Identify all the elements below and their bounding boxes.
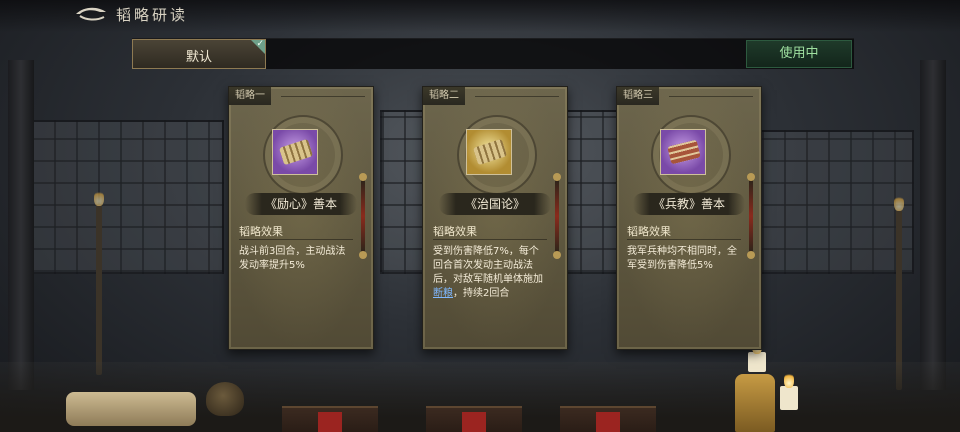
- back-arrow-icon: [76, 7, 106, 21]
- card-name-bar: 《兵教》善本: [633, 193, 745, 215]
- status-link-duanliang[interactable]: 断粮: [433, 288, 453, 299]
- effect-title: 韬略效果: [433, 225, 477, 238]
- card-name: 《励心》善本: [264, 197, 337, 211]
- card-side-rail: [747, 173, 755, 259]
- effect-text-after: ，持续2回合: [453, 288, 510, 299]
- incense-burner-decoration: [206, 382, 244, 416]
- bamboo-scroll-icon: [466, 129, 512, 175]
- candle-stand-left: [96, 205, 102, 375]
- card-tag-divider: [281, 96, 365, 97]
- book-icon: [660, 129, 706, 175]
- card-tag: 韬略三: [617, 87, 659, 105]
- card-name-bar: 《励心》善本: [245, 193, 357, 215]
- candle-flame-right: [894, 195, 904, 211]
- candle-flame-left: [94, 190, 104, 206]
- tab-default-label: 默认: [185, 50, 212, 65]
- lattice-window-left: [30, 120, 224, 274]
- lamp-stand-decoration: [735, 374, 775, 432]
- effect-divider: [627, 239, 741, 240]
- table-book-1: [282, 406, 378, 432]
- card-tag: 韬略二: [423, 87, 465, 105]
- effect-title: 韬略效果: [627, 225, 671, 238]
- effect-title: 韬略效果: [239, 225, 283, 238]
- card-name: 《治国论》: [464, 197, 525, 211]
- strategy-card-3[interactable]: 韬略三 《兵教》善本 韬略效果 我军兵种均不相同时，全军受到伤害降低5%: [616, 86, 762, 350]
- card-name: 《兵教》善本: [652, 197, 725, 211]
- card-side-rail: [359, 173, 367, 259]
- table-book-3: [560, 406, 656, 432]
- card-name-bar: 《治国论》: [439, 193, 551, 215]
- pillar-right: [920, 60, 946, 390]
- lattice-window-right: [760, 130, 914, 274]
- strategy-bar: 默认 ✓ 使用中: [132, 38, 854, 69]
- in-use-label: 使用中: [779, 46, 819, 61]
- strategy-card-2[interactable]: 韬略二 《治国论》 韬略效果 受到伤害降低7%，每个回合首次发动主动战法后，对敌…: [422, 86, 568, 350]
- back-button[interactable]: [72, 4, 112, 26]
- candle-tall: [780, 386, 798, 410]
- bamboo-scroll-icon: [272, 129, 318, 175]
- effect-text-before: 受到伤害降低7%，每个回合首次发动主动战法后，对敌军随机单体施加: [433, 246, 543, 285]
- candle-flame-tall: [784, 372, 794, 388]
- pillar-left: [8, 60, 34, 390]
- effect-divider: [239, 239, 353, 240]
- tab-default[interactable]: 默认 ✓: [132, 39, 266, 69]
- candle-small: [748, 352, 766, 372]
- page-title: 韬略研读: [116, 6, 189, 24]
- effect-text: 我军兵种均不相同时，全军受到伤害降低5%: [627, 246, 737, 271]
- in-use-button[interactable]: 使用中: [746, 40, 852, 68]
- effect-divider: [433, 239, 547, 240]
- card-side-rail: [553, 173, 561, 259]
- header: 韬略研读: [0, 0, 960, 32]
- effect-text: 战斗前3回合，主动战法发动率提升5%: [239, 246, 346, 271]
- card-tag: 韬略一: [229, 87, 271, 105]
- card-tag-divider: [475, 96, 559, 97]
- table-book-2: [426, 406, 522, 432]
- card-tag-divider: [669, 96, 753, 97]
- effect-text: 受到伤害降低7%，每个回合首次发动主动战法后，对敌军随机单体施加断粮，持续2回合: [433, 245, 545, 301]
- checkmark-icon: ✓: [256, 39, 264, 49]
- rolled-scrolls-decoration: [66, 392, 196, 426]
- strategy-card-1[interactable]: 韬略一 《励心》善本 韬略效果 战斗前3回合，主动战法发动率提升5%: [228, 86, 374, 350]
